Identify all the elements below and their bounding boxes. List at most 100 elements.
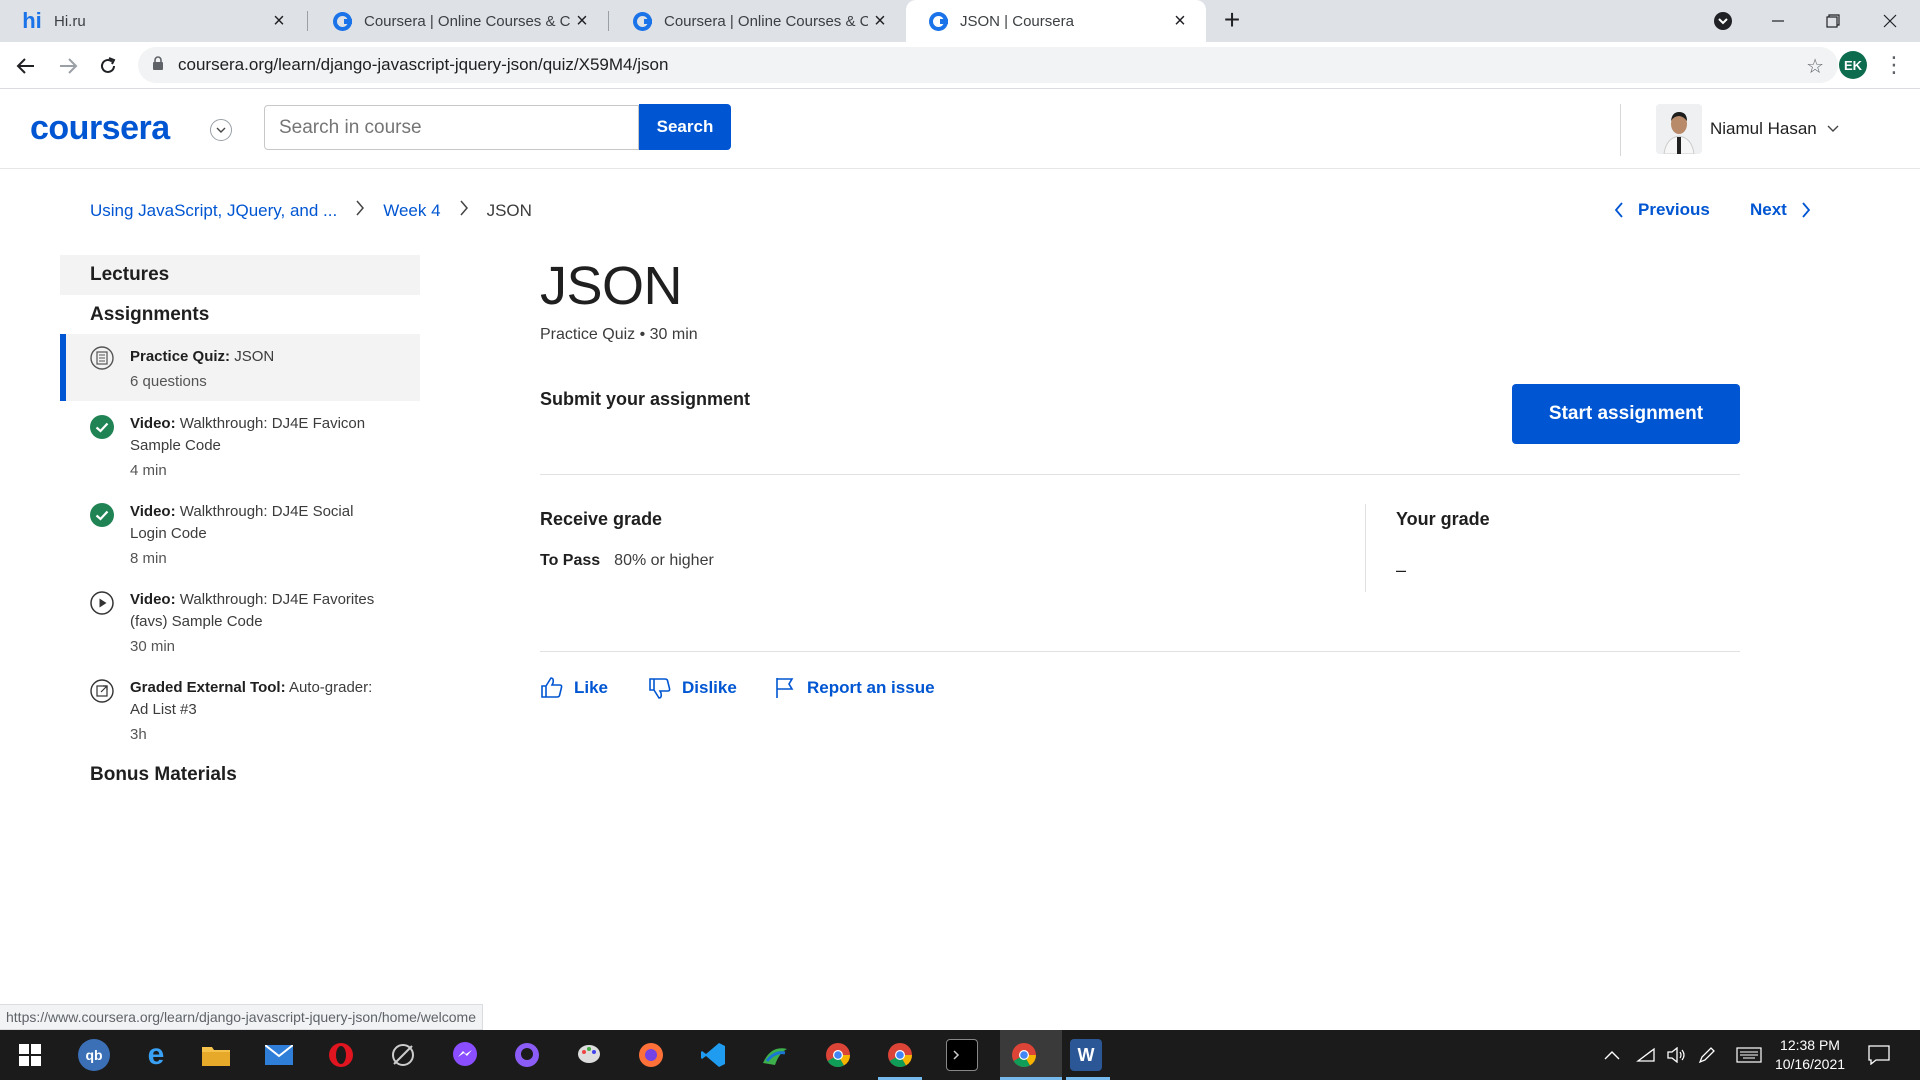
back-arrow-icon[interactable]: [10, 50, 42, 82]
coursera-favicon-icon: [632, 11, 652, 31]
wifi-icon[interactable]: [1636, 1030, 1656, 1080]
firefox-icon[interactable]: [635, 1039, 667, 1071]
new-tab-plus-icon[interactable]: +: [1218, 6, 1246, 35]
chevron-right-icon: [1802, 202, 1811, 218]
browser-menu-icon[interactable]: ⋮: [1883, 52, 1905, 78]
tab-search-icon[interactable]: [1695, 0, 1751, 42]
file-explorer-icon[interactable]: [200, 1039, 232, 1071]
to-pass-value: 80% or higher: [614, 552, 714, 569]
sidebar-item-video-favicon[interactable]: Video: Walkthrough: DJ4E Favicon Sample …: [60, 413, 420, 482]
item-type: Practice Quiz:: [130, 348, 231, 365]
sidebar-item-video-social-login[interactable]: Video: Walkthrough: DJ4E Social Login Co…: [60, 501, 420, 570]
tab-title: Hi.ru: [54, 12, 86, 30]
previous-link[interactable]: Previous: [1614, 200, 1710, 220]
qbittorrent-icon[interactable]: qb: [78, 1039, 110, 1071]
reload-icon[interactable]: [92, 50, 124, 82]
previous-label: Previous: [1638, 200, 1710, 219]
user-avatar[interactable]: [1656, 104, 1702, 154]
tray-expand-chevron-icon[interactable]: [1604, 1030, 1620, 1080]
vscode-icon[interactable]: [697, 1039, 729, 1071]
coursera-favicon-icon: [332, 11, 352, 31]
keyboard-icon[interactable]: [1736, 1030, 1762, 1080]
forward-arrow-icon[interactable]: [52, 50, 84, 82]
item-meta: 3h: [130, 726, 147, 743]
chrome-icon[interactable]: [822, 1039, 854, 1071]
close-window-icon[interactable]: [1862, 0, 1918, 42]
opera-icon[interactable]: [325, 1039, 357, 1071]
browser-tab-active[interactable]: JSON | Coursera ×: [906, 0, 1206, 42]
tab-title: Coursera | Online Courses & Cre: [364, 12, 570, 30]
next-label: Next: [1750, 200, 1787, 219]
browser-profile-avatar[interactable]: EK: [1839, 51, 1867, 79]
terminal-icon[interactable]: [946, 1039, 978, 1071]
your-grade-heading: Your grade: [1396, 509, 1490, 529]
sidebar-lectures-section[interactable]: Lectures: [60, 255, 420, 295]
taskbar-clock[interactable]: 12:38 PM 10/16/2021: [1760, 1036, 1860, 1074]
word-icon[interactable]: W: [1070, 1039, 1102, 1071]
start-assignment-button[interactable]: Start assignment: [1512, 384, 1740, 444]
search-button[interactable]: Search: [639, 104, 731, 150]
breadcrumb-week-link[interactable]: Week 4: [383, 201, 440, 221]
thumbs-down-icon: [649, 678, 671, 699]
lock-icon: [152, 55, 164, 75]
item-type: Video:: [130, 503, 176, 520]
sidebar-item-practice-quiz[interactable]: Practice Quiz: JSON 6 questions: [60, 334, 420, 401]
sidebar-item-video-favorites[interactable]: Video: Walkthrough: DJ4E Favorites (favs…: [60, 589, 420, 658]
chevron-down-icon[interactable]: [210, 119, 232, 141]
report-issue-label: Report an issue: [807, 678, 935, 697]
report-issue-button[interactable]: Report an issue: [773, 676, 935, 700]
thumbs-up-icon: [541, 677, 563, 698]
close-tab-icon[interactable]: ×: [570, 9, 594, 33]
restore-icon[interactable]: [1805, 0, 1861, 42]
receive-grade-heading: Receive grade: [540, 509, 663, 529]
browser-tab[interactable]: hi Hi.ru ×: [0, 0, 305, 42]
minimize-icon[interactable]: [1750, 0, 1806, 42]
bookmark-star-icon[interactable]: ☆: [1806, 54, 1824, 79]
sidebar-bonus-materials[interactable]: Bonus Materials: [90, 764, 237, 786]
volume-icon[interactable]: [1666, 1030, 1686, 1080]
next-link[interactable]: Next: [1750, 200, 1811, 220]
dislike-button[interactable]: Dislike: [648, 676, 737, 700]
windows-start-icon[interactable]: [14, 1039, 46, 1071]
header-divider: [1620, 104, 1621, 156]
course-search-input[interactable]: Search in course: [264, 105, 639, 150]
close-tab-icon[interactable]: ×: [267, 9, 291, 33]
mail-icon[interactable]: [263, 1039, 295, 1071]
sidebar-item-graded-tool[interactable]: Graded External Tool: Auto-grader: Ad Li…: [60, 677, 420, 746]
browser-tab[interactable]: Coursera | Online Courses & Cre ×: [610, 0, 906, 42]
paint-icon[interactable]: [573, 1039, 605, 1071]
close-tab-icon[interactable]: ×: [868, 9, 892, 33]
hiru-favicon-icon: hi: [22, 8, 42, 33]
user-menu[interactable]: Niamul Hasan: [1710, 119, 1839, 139]
page-title: JSON: [540, 256, 683, 316]
messenger-icon[interactable]: [449, 1039, 481, 1071]
app-icon[interactable]: [387, 1039, 419, 1071]
external-tool-icon: [90, 679, 114, 703]
breadcrumb-course-link[interactable]: Using JavaScript, JQuery, and ...: [90, 201, 337, 221]
close-tab-icon[interactable]: ×: [1168, 9, 1192, 33]
coursera-logo[interactable]: coursera: [30, 109, 170, 148]
browser-tab-strip: hi Hi.ru × Coursera | Online Courses & C…: [0, 0, 1920, 42]
to-pass-label: To Pass: [540, 552, 601, 569]
windows-taskbar: qb e W 12:38 PM 10/16/2021: [0, 1030, 1920, 1080]
check-circle-icon: [90, 415, 114, 439]
chrome-profile-icon[interactable]: [1008, 1039, 1040, 1071]
clock-time: 12:38 PM: [1780, 1037, 1840, 1053]
chrome-icon[interactable]: [884, 1039, 916, 1071]
page-subtitle: Practice Quiz • 30 min: [540, 326, 698, 343]
notification-center-icon[interactable]: [1868, 1030, 1890, 1080]
maps-icon[interactable]: [759, 1039, 791, 1071]
like-label: Like: [574, 678, 609, 697]
like-button[interactable]: Like: [540, 676, 608, 700]
your-grade-value: –: [1396, 560, 1407, 580]
edge-icon[interactable]: e: [140, 1038, 172, 1071]
quiz-icon: [90, 346, 114, 370]
tab-title: JSON | Coursera: [960, 12, 1074, 30]
to-pass-row: To Pass 80% or higher: [540, 552, 714, 570]
address-bar[interactable]: coursera.org/learn/django-javascript-jqu…: [138, 47, 1838, 83]
tab-separator: [307, 11, 308, 31]
flag-icon: [776, 678, 794, 698]
browser-tab[interactable]: Coursera | Online Courses & Cre ×: [310, 0, 608, 42]
pen-icon[interactable]: [1698, 1030, 1716, 1080]
github-icon[interactable]: [511, 1039, 543, 1071]
